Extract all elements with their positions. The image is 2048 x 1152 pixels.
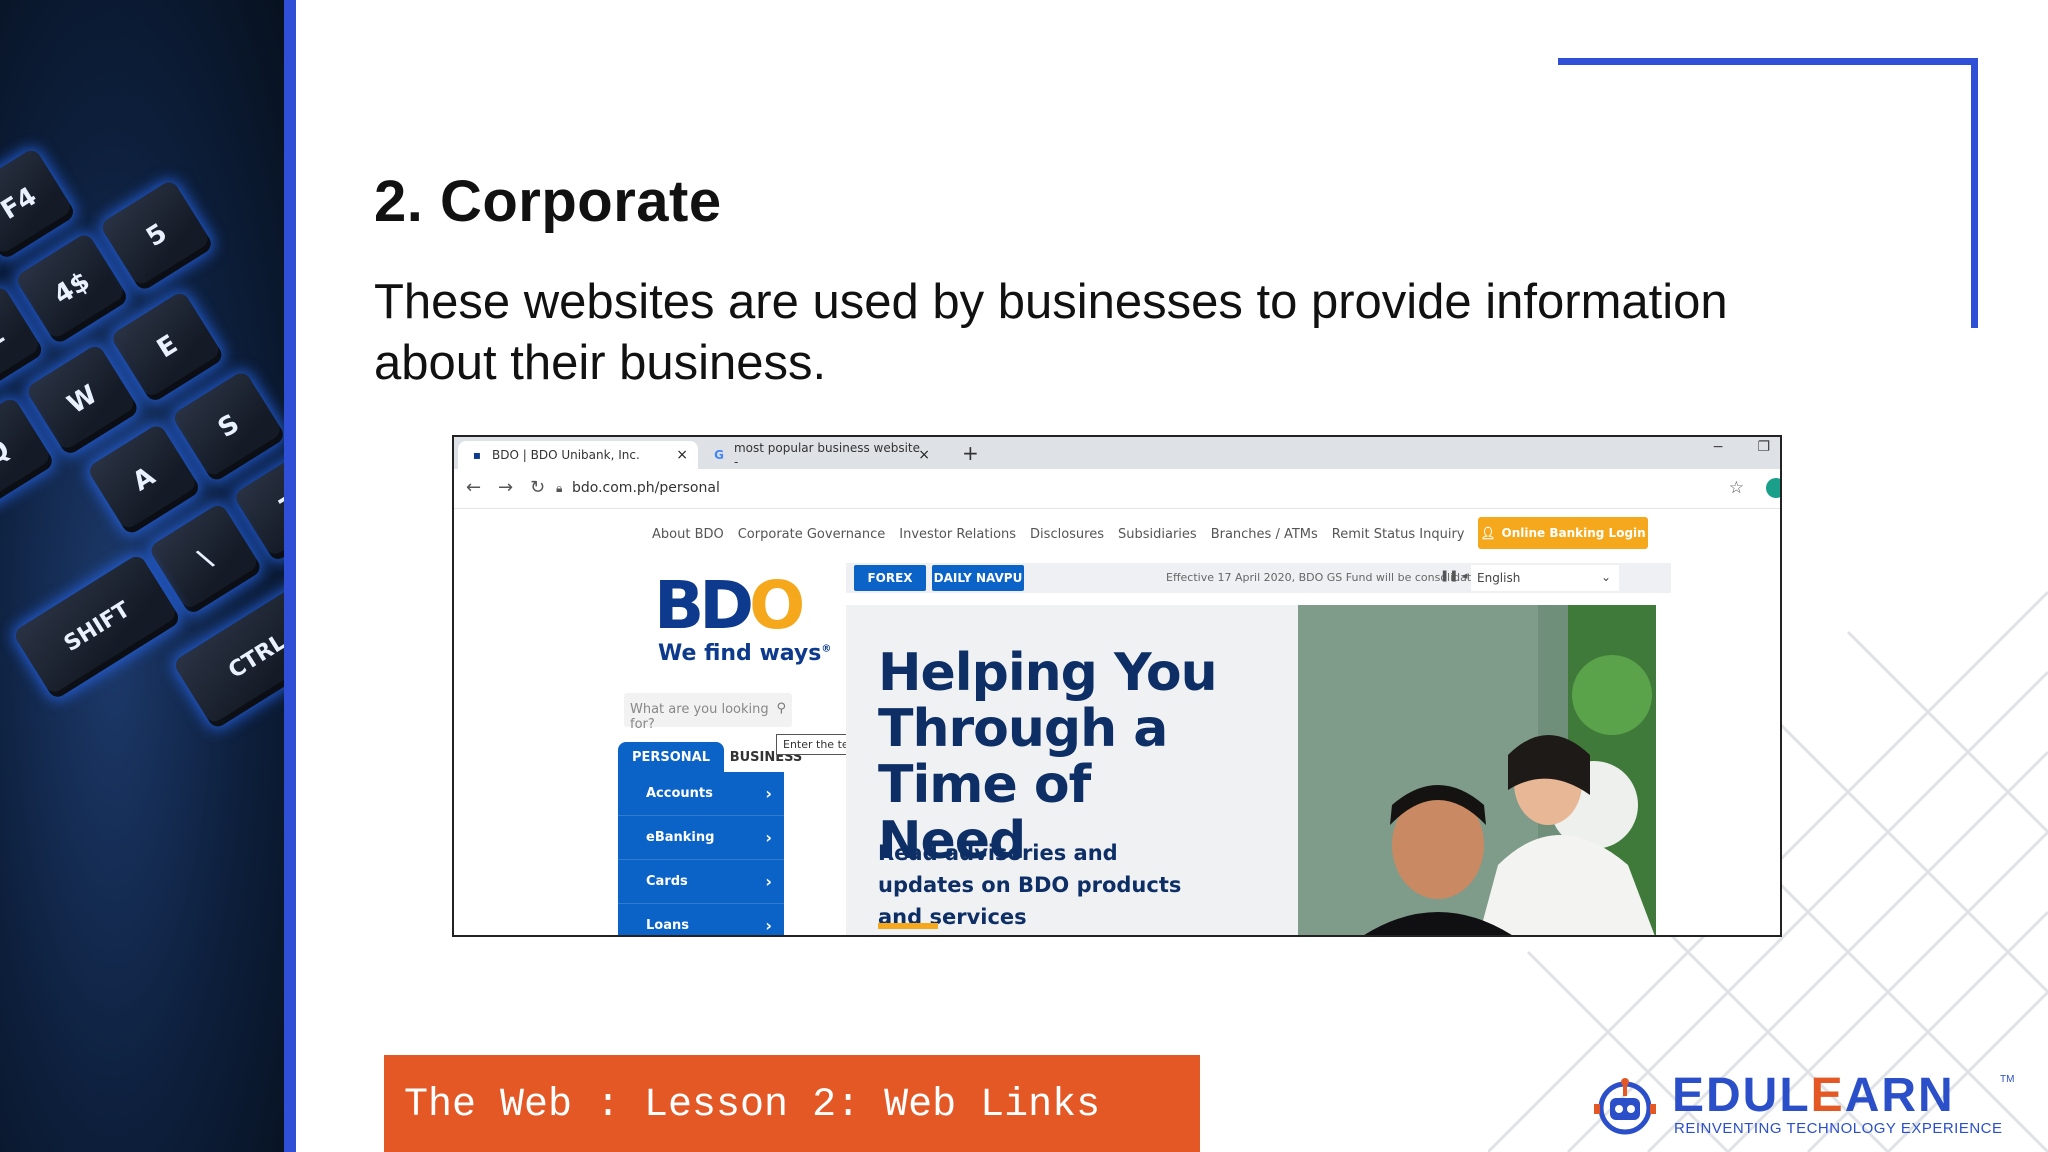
nav-link-subsidiaries[interactable]: Subsidiaries [1118,527,1197,542]
key: F4 [0,147,77,261]
chevron-down-icon: ⌄ [1600,570,1611,584]
bdo-tagline: We find ways® [658,641,832,666]
key: 5 [99,178,215,293]
tab-personal[interactable]: PERSONAL [618,742,724,772]
minimize-icon[interactable]: − [1712,439,1724,455]
tab-label: BDO | BDO Unibank, Inc. [492,448,640,462]
back-arrow-icon[interactable]: ← [466,477,481,498]
forex-button[interactable]: FOREX [854,565,926,591]
daily-navpu-button[interactable]: DAILY NAVPU [932,565,1024,591]
bookmark-star-icon[interactable]: ☆ [1729,478,1744,498]
nav-link-disclosures[interactable]: Disclosures [1030,527,1104,542]
slide-title: 2. Corporate [374,169,722,234]
chevron-right-icon: › [765,828,772,847]
restore-icon[interactable]: ❐ [1757,439,1770,455]
tab-label: most popular business website - [733,441,921,469]
lock-icon: 🔒︎ [556,481,563,495]
hero-subtitle[interactable]: Read advisories and updates on BDO produ… [878,837,1198,933]
news-ticker: Effective 17 April 2020, BDO GS Fund wil… [1166,571,1472,584]
key: E [109,290,226,404]
browser-tab-bdo[interactable]: ▪ BDO | BDO Unibank, Inc. × [458,441,698,469]
forex-strip: FOREX DAILY NAVPU Effective 17 April 202… [846,563,1671,593]
hero-underline [878,923,938,929]
user-icon: 👤︎ [1480,526,1496,540]
key: S [171,369,284,484]
chevron-right-icon: › [765,872,772,891]
nav-link-governance[interactable]: Corporate Governance [738,527,886,542]
search-icon[interactable]: ⚲ [776,701,786,716]
hero-title: Helping You Through a Time of Need [878,643,1218,871]
keyboard-keys: F4 F3 F2 4$ 3£ 2" E W Q S A Z \ SHIFT CT… [0,77,284,1063]
forward-arrow-icon[interactable]: → [498,477,513,498]
nav-link-branches[interactable]: Branches / ATMs [1211,527,1318,542]
nav-link-remit[interactable]: Remit Status Inquiry [1332,527,1465,542]
online-banking-login-button[interactable]: 👤︎ Online Banking Login [1478,517,1648,549]
menu-item-cards[interactable]: Cards › [618,860,784,904]
close-icon[interactable]: × [676,447,688,463]
new-tab-icon[interactable]: + [962,441,979,465]
trademark-mark: TM [2000,1074,2015,1085]
lesson-footer-bar: The Web : Lesson 2: Web Links [384,1055,1200,1152]
keyboard-photo: F4 F3 F2 4$ 3£ 2" E W Q S A Z \ SHIFT CT… [0,0,284,1152]
profile-avatar[interactable] [1766,478,1780,498]
key: 4$ [14,231,130,346]
accent-stripe [284,0,296,1152]
reload-icon[interactable]: ↻ [530,477,545,498]
menu-item-ebanking[interactable]: eBanking › [618,816,784,860]
edulearn-wordmark: EDULEARN [1672,1069,1955,1122]
edulearn-logo: EDULEARN TM REINVENTING TECHNOLOGY EXPER… [1590,1068,2014,1138]
browser-tab-google[interactable]: G most popular business website - × [700,441,940,469]
search-input[interactable]: What are you looking for? ⚲ [624,693,792,732]
language-value: English [1477,571,1521,585]
menu-item-loans[interactable]: Loans › [618,904,784,935]
key: A [86,422,202,537]
language-select[interactable]: English ⌄ [1471,565,1619,591]
bdo-top-nav: About BDO Corporate Governance Investor … [652,527,1465,542]
robot-logo-icon [1594,1078,1656,1135]
key: W [24,343,141,457]
url-field[interactable]: bdo.com.ph/personal [572,480,720,496]
google-favicon-icon: G [714,448,724,462]
nav-link-investor[interactable]: Investor Relations [899,527,1016,542]
login-label: Online Banking Login [1501,526,1646,540]
key: SHIFT [12,553,182,701]
chevron-right-icon: › [765,784,772,803]
bdo-favicon-icon: ▪ [472,448,482,462]
address-bar: ← → ↻ 🔒︎ bdo.com.ph/personal ☆ [454,469,1780,509]
edulearn-tagline: REINVENTING TECHNOLOGY EXPERIENCE [1674,1120,2003,1137]
browser-tab-bar: ▪ BDO | BDO Unibank, Inc. × G most popul… [454,437,1780,469]
chevron-right-icon: › [765,916,772,935]
search-placeholder: What are you looking for? [630,702,769,732]
hero-photo [1298,605,1656,935]
lesson-label: The Web : Lesson 2: Web Links [404,1083,1101,1128]
nav-link-about[interactable]: About BDO [652,527,724,542]
personal-menu: Accounts › eBanking › Cards › Loans › [618,772,784,935]
close-icon[interactable]: × [918,447,930,463]
hero-banner: Helping You Through a Time of Need Read … [846,605,1656,935]
website-screenshot: ▪ BDO | BDO Unibank, Inc. × G most popul… [452,435,1782,937]
bdo-logo[interactable]: BDO [654,567,805,644]
slide-body-text: These websites are used by businesses to… [374,275,1728,390]
menu-item-accounts[interactable]: Accounts › [618,772,784,816]
